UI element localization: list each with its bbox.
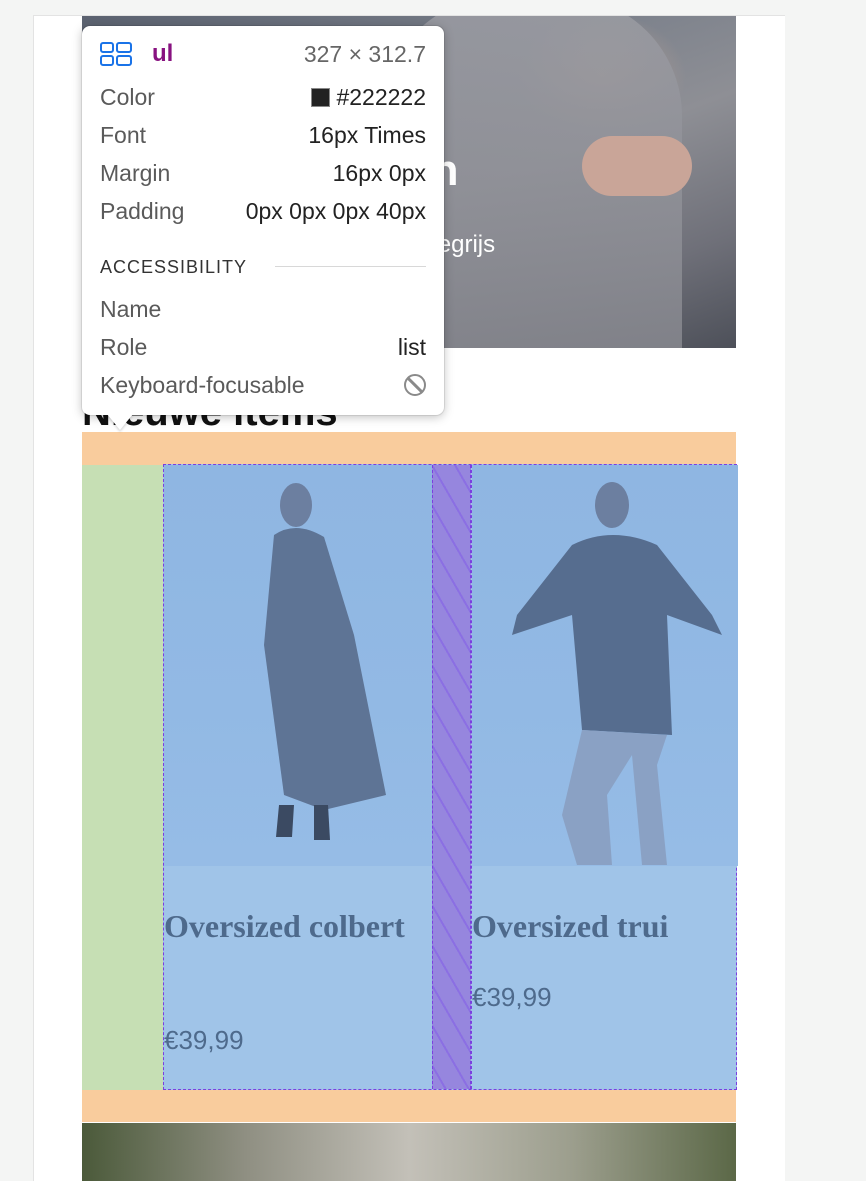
color-swatch — [311, 87, 331, 107]
not-allowed-icon — [404, 374, 426, 396]
element-tag: ul — [152, 40, 174, 67]
row-label: Role — [100, 333, 148, 360]
margin-overlay-bottom — [82, 1090, 736, 1122]
inspector-tooltip: ul 327 × 312.7 Color #222222 Font 16px T… — [82, 26, 444, 415]
row-label: Margin — [100, 159, 171, 186]
inspector-row-color: Color #222222 — [100, 81, 426, 113]
accessibility-heading: ACCESSIBILITY — [100, 257, 248, 277]
product-price: €39,99 — [164, 1025, 244, 1055]
row-value: 16px Times — [308, 121, 426, 148]
product-name[interactable]: Oversized colbert — [164, 905, 432, 948]
row-label: Keyboard-focusable — [100, 371, 305, 398]
divider — [275, 266, 426, 267]
product-card[interactable]: Oversized trui €39,99 — [471, 465, 738, 1089]
product-list: Oversized colbert €39,99 Oversized trui … — [163, 464, 738, 1090]
row-value: list — [397, 333, 426, 360]
product-name[interactable]: Oversized trui — [472, 905, 738, 948]
row-value: 16px 0px — [332, 159, 426, 186]
next-banner-image[interactable] — [82, 1123, 736, 1181]
padding-overlay-left — [82, 465, 163, 1091]
sweater-model-icon — [512, 482, 722, 865]
inspector-row-name: Name — [100, 293, 426, 325]
inspector-row-role: Role list — [100, 331, 426, 363]
inspector-row-keyboard: Keyboard-focusable — [100, 369, 426, 401]
tooltip-arrow — [107, 414, 133, 430]
flex-container-icon: ul — [100, 40, 173, 68]
inspector-row-font: Font 16px Times — [100, 119, 426, 151]
margin-overlay-top — [82, 432, 736, 465]
row-label: Color — [100, 83, 155, 110]
row-label: Padding — [100, 197, 185, 224]
inspector-row-padding: Padding 0px 0px 0px 40px — [100, 195, 426, 227]
row-label: Font — [100, 121, 147, 148]
product-image[interactable] — [164, 465, 432, 866]
row-label: Name — [100, 295, 162, 322]
coat-model-icon — [264, 483, 386, 840]
element-dimensions: 327 × 312.7 — [303, 40, 426, 67]
inspector-header: ul 327 × 312.7 — [100, 38, 426, 70]
product-image[interactable] — [472, 465, 738, 866]
grid-gap-overlay — [432, 465, 471, 1089]
inspector-row-margin: Margin 16px 0px — [100, 157, 426, 189]
product-price: €39,99 — [472, 982, 552, 1012]
row-value: 0px 0px 0px 40px — [245, 197, 426, 224]
product-card[interactable]: Oversized colbert €39,99 — [164, 465, 433, 1089]
row-value: #222222 — [336, 83, 426, 110]
